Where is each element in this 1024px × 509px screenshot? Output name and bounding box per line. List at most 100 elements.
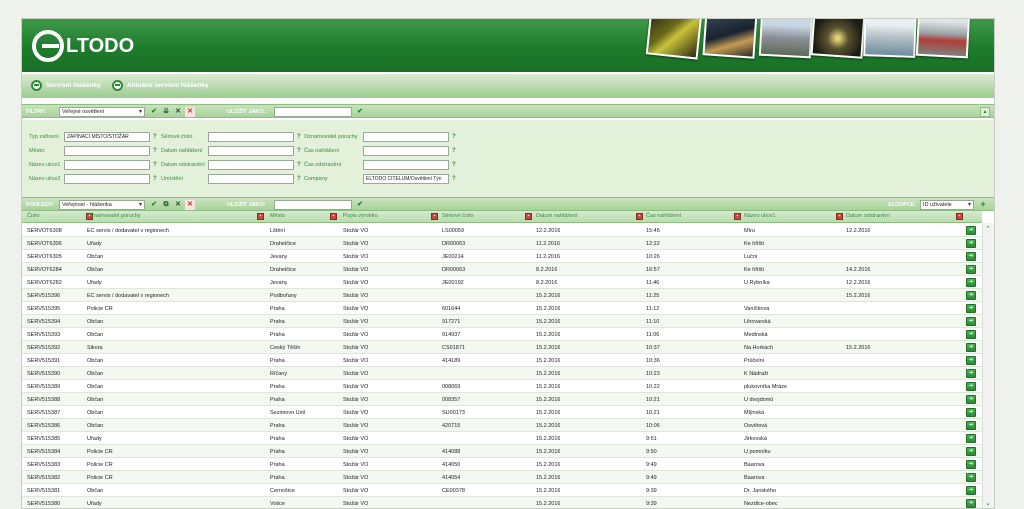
table-row[interactable]: SERV515386 Občan Praha Stožár VO 420715 15.2.… — [22, 419, 982, 432]
column-header[interactable]: Název ulice1 — [744, 213, 776, 219]
column-sort-icon[interactable]: ▪ — [525, 213, 532, 220]
column-sort-icon[interactable]: ▪ — [257, 213, 264, 220]
open-row-icon[interactable]: ➜ — [966, 369, 976, 378]
filter-input-umisteni[interactable] — [208, 174, 294, 184]
open-row-icon[interactable]: ➜ — [966, 447, 976, 456]
nav-item-aktualni-servisni-hlasenky[interactable]: Aktuální servisní hlášenky — [112, 80, 209, 91]
apply-check-icon[interactable]: ✔ — [149, 200, 159, 210]
column-header[interactable]: Město — [270, 213, 285, 219]
filter-input-typ-zarizeni[interactable]: ZAPÍNACÍ MÍSTO/STOŽÁR — [64, 132, 150, 142]
clear-x-icon[interactable]: ✕ — [173, 200, 183, 210]
table-row[interactable]: SERV515394 Občan Praha Stožár VO 917271 15.2.… — [22, 315, 982, 328]
help-icon[interactable]: ? — [452, 148, 456, 154]
save-check-icon[interactable]: ✔ — [355, 200, 365, 210]
add-column-icon[interactable]: + — [978, 200, 988, 210]
save-as-input[interactable] — [274, 107, 352, 117]
view-save-as-input[interactable] — [274, 200, 352, 210]
help-icon[interactable]: ? — [153, 134, 157, 140]
help-icon[interactable]: ? — [153, 162, 157, 168]
open-row-icon[interactable]: ➜ — [966, 317, 976, 326]
open-row-icon[interactable]: ➜ — [966, 226, 976, 235]
table-row[interactable]: SERV515393 Občan Praha Stožár VO 914937 15.2.… — [22, 328, 982, 341]
view-select[interactable]: Veřejnost - hlášenka — [59, 200, 145, 210]
table-row[interactable]: SERV515387 Občan Sezimovo Ústí Stožár VO SU0… — [22, 406, 982, 419]
columns-select[interactable]: ID uživatele — [920, 200, 974, 210]
table-row[interactable]: SERVOT6282 Úřady Jevany Stožár VO JE00192 8.2… — [22, 276, 982, 289]
open-row-icon[interactable]: ➜ — [966, 239, 976, 248]
open-row-icon[interactable]: ➜ — [966, 343, 976, 352]
filter-input-nazev-ulice1[interactable] — [64, 160, 150, 170]
delete-icon[interactable]: ✕ — [185, 200, 195, 210]
table-row[interactable]: SERV515391 Občan Praha Stožár VO 414189 15.2.… — [22, 354, 982, 367]
column-header[interactable]: Datum odstranění — [846, 213, 890, 219]
open-row-icon[interactable]: ➜ — [966, 356, 976, 365]
filter-input-cas-nahlaseni[interactable] — [363, 146, 449, 156]
table-row[interactable]: SERV515381 Občan Černošice Stožár VO CE00378… — [22, 484, 982, 497]
column-sort-icon[interactable]: ▪ — [836, 213, 843, 220]
help-icon[interactable]: ? — [452, 134, 456, 140]
filter-input-mesto[interactable] — [64, 146, 150, 156]
table-scrollbar[interactable]: ⌃ ⌄ — [982, 223, 994, 508]
help-icon[interactable]: ? — [297, 148, 301, 154]
filter-input-cas-odstraneni[interactable] — [363, 160, 449, 170]
clear-x-icon[interactable]: ✕ — [173, 107, 183, 117]
open-row-icon[interactable]: ➜ — [966, 304, 976, 313]
column-header[interactable]: Čas nahlášení — [646, 213, 681, 219]
open-row-icon[interactable]: ➜ — [966, 473, 976, 482]
open-row-icon[interactable]: ➜ — [966, 499, 976, 508]
filter-input-nazev-ulice2[interactable] — [64, 174, 150, 184]
open-row-icon[interactable]: ➜ — [966, 395, 976, 404]
column-sort-icon[interactable]: ▪ — [636, 213, 643, 220]
open-row-icon[interactable]: ➜ — [966, 421, 976, 430]
table-row[interactable]: SERVOT6284 Občan Drahelčice Stožár VO DR0006… — [22, 263, 982, 276]
open-row-icon[interactable]: ➜ — [966, 460, 976, 469]
table-row[interactable]: SERVOT6305 Občan Jevany Stožár VO JE00214 11.… — [22, 250, 982, 263]
open-row-icon[interactable]: ➜ — [966, 265, 976, 274]
help-icon[interactable]: ? — [297, 162, 301, 168]
copy-icon[interactable]: ⧉ — [161, 200, 171, 210]
open-row-icon[interactable]: ➜ — [966, 434, 976, 443]
table-row[interactable]: SERVOT6308 EC servis / dodavatel v region… — [22, 224, 982, 237]
column-sort-icon[interactable]: ▪ — [431, 213, 438, 220]
open-row-icon[interactable]: ➜ — [966, 278, 976, 287]
nav-item-servisni-hlasenky[interactable]: Servisní hlášenky — [31, 80, 101, 91]
column-header[interactable]: Popis výrobku — [343, 213, 378, 219]
table-row[interactable]: SERV515389 Občan Praha Stožár VO 008069 15.2.… — [22, 380, 982, 393]
table-row[interactable]: SERV515380 Úřady Votice Stožár VO 15.2.2016 9… — [22, 497, 982, 508]
collapse-up-icon[interactable]: ▲ — [980, 107, 990, 117]
table-row[interactable]: SERV515382 Policie ČR Praha Stožár VO 414054… — [22, 471, 982, 484]
column-sort-icon[interactable]: ▪ — [330, 213, 337, 220]
open-row-icon[interactable]: ➜ — [966, 291, 976, 300]
table-row[interactable]: SERV515385 Úřady Praha Stožár VO 15.2.2016 9:… — [22, 432, 982, 445]
help-icon[interactable]: ? — [153, 176, 157, 182]
column-sort-icon[interactable]: ▪ — [956, 213, 963, 220]
help-icon[interactable]: ? — [153, 148, 157, 154]
table-row[interactable]: SERV515390 Občan Říčany Stožár VO 15.2.2016 1… — [22, 367, 982, 380]
table-row[interactable]: SERV515384 Policie ČR Praha Stožár VO 414088… — [22, 445, 982, 458]
table-row[interactable]: SERV515396 EC servis / dodavatel v region… — [22, 289, 982, 302]
open-row-icon[interactable]: ➜ — [966, 252, 976, 261]
help-icon[interactable]: ? — [297, 176, 301, 182]
scroll-up-icon[interactable]: ⌃ — [985, 225, 991, 233]
open-row-icon[interactable]: ➜ — [966, 408, 976, 417]
scroll-down-icon[interactable]: ⌄ — [985, 499, 991, 507]
filter-input-company[interactable]: ELTODO CITELUM/Osvětlení Týn — [363, 174, 449, 184]
apply-check-icon[interactable]: ✔ — [149, 107, 159, 117]
column-header[interactable]: Datum nahlášení — [536, 213, 578, 219]
table-row[interactable]: SERV515392 Sikora Český Těšín Stožár VO CS01… — [22, 341, 982, 354]
help-icon[interactable]: ? — [297, 134, 301, 140]
delete-icon[interactable]: ✕ — [185, 107, 195, 117]
filter-input-datum-odstraneni[interactable] — [208, 160, 294, 170]
open-row-icon[interactable]: ➜ — [966, 330, 976, 339]
filter-input-datum-nahlaseni[interactable] — [208, 146, 294, 156]
filter-select[interactable]: Veřejné osvětlení — [59, 107, 145, 117]
help-icon[interactable]: ? — [452, 162, 456, 168]
column-sort-icon[interactable]: ▪ — [734, 213, 741, 220]
column-header[interactable]: Sériové číslo — [442, 213, 474, 219]
save-check-icon[interactable]: ✔ — [355, 107, 365, 117]
open-row-icon[interactable]: ➜ — [966, 486, 976, 495]
filter-input-seriove-cislo[interactable] — [208, 132, 294, 142]
column-header[interactable]: Číslo — [27, 213, 40, 219]
filter-input-oznamovatel[interactable] — [363, 132, 449, 142]
download-icon[interactable]: ⇊ — [161, 107, 171, 117]
